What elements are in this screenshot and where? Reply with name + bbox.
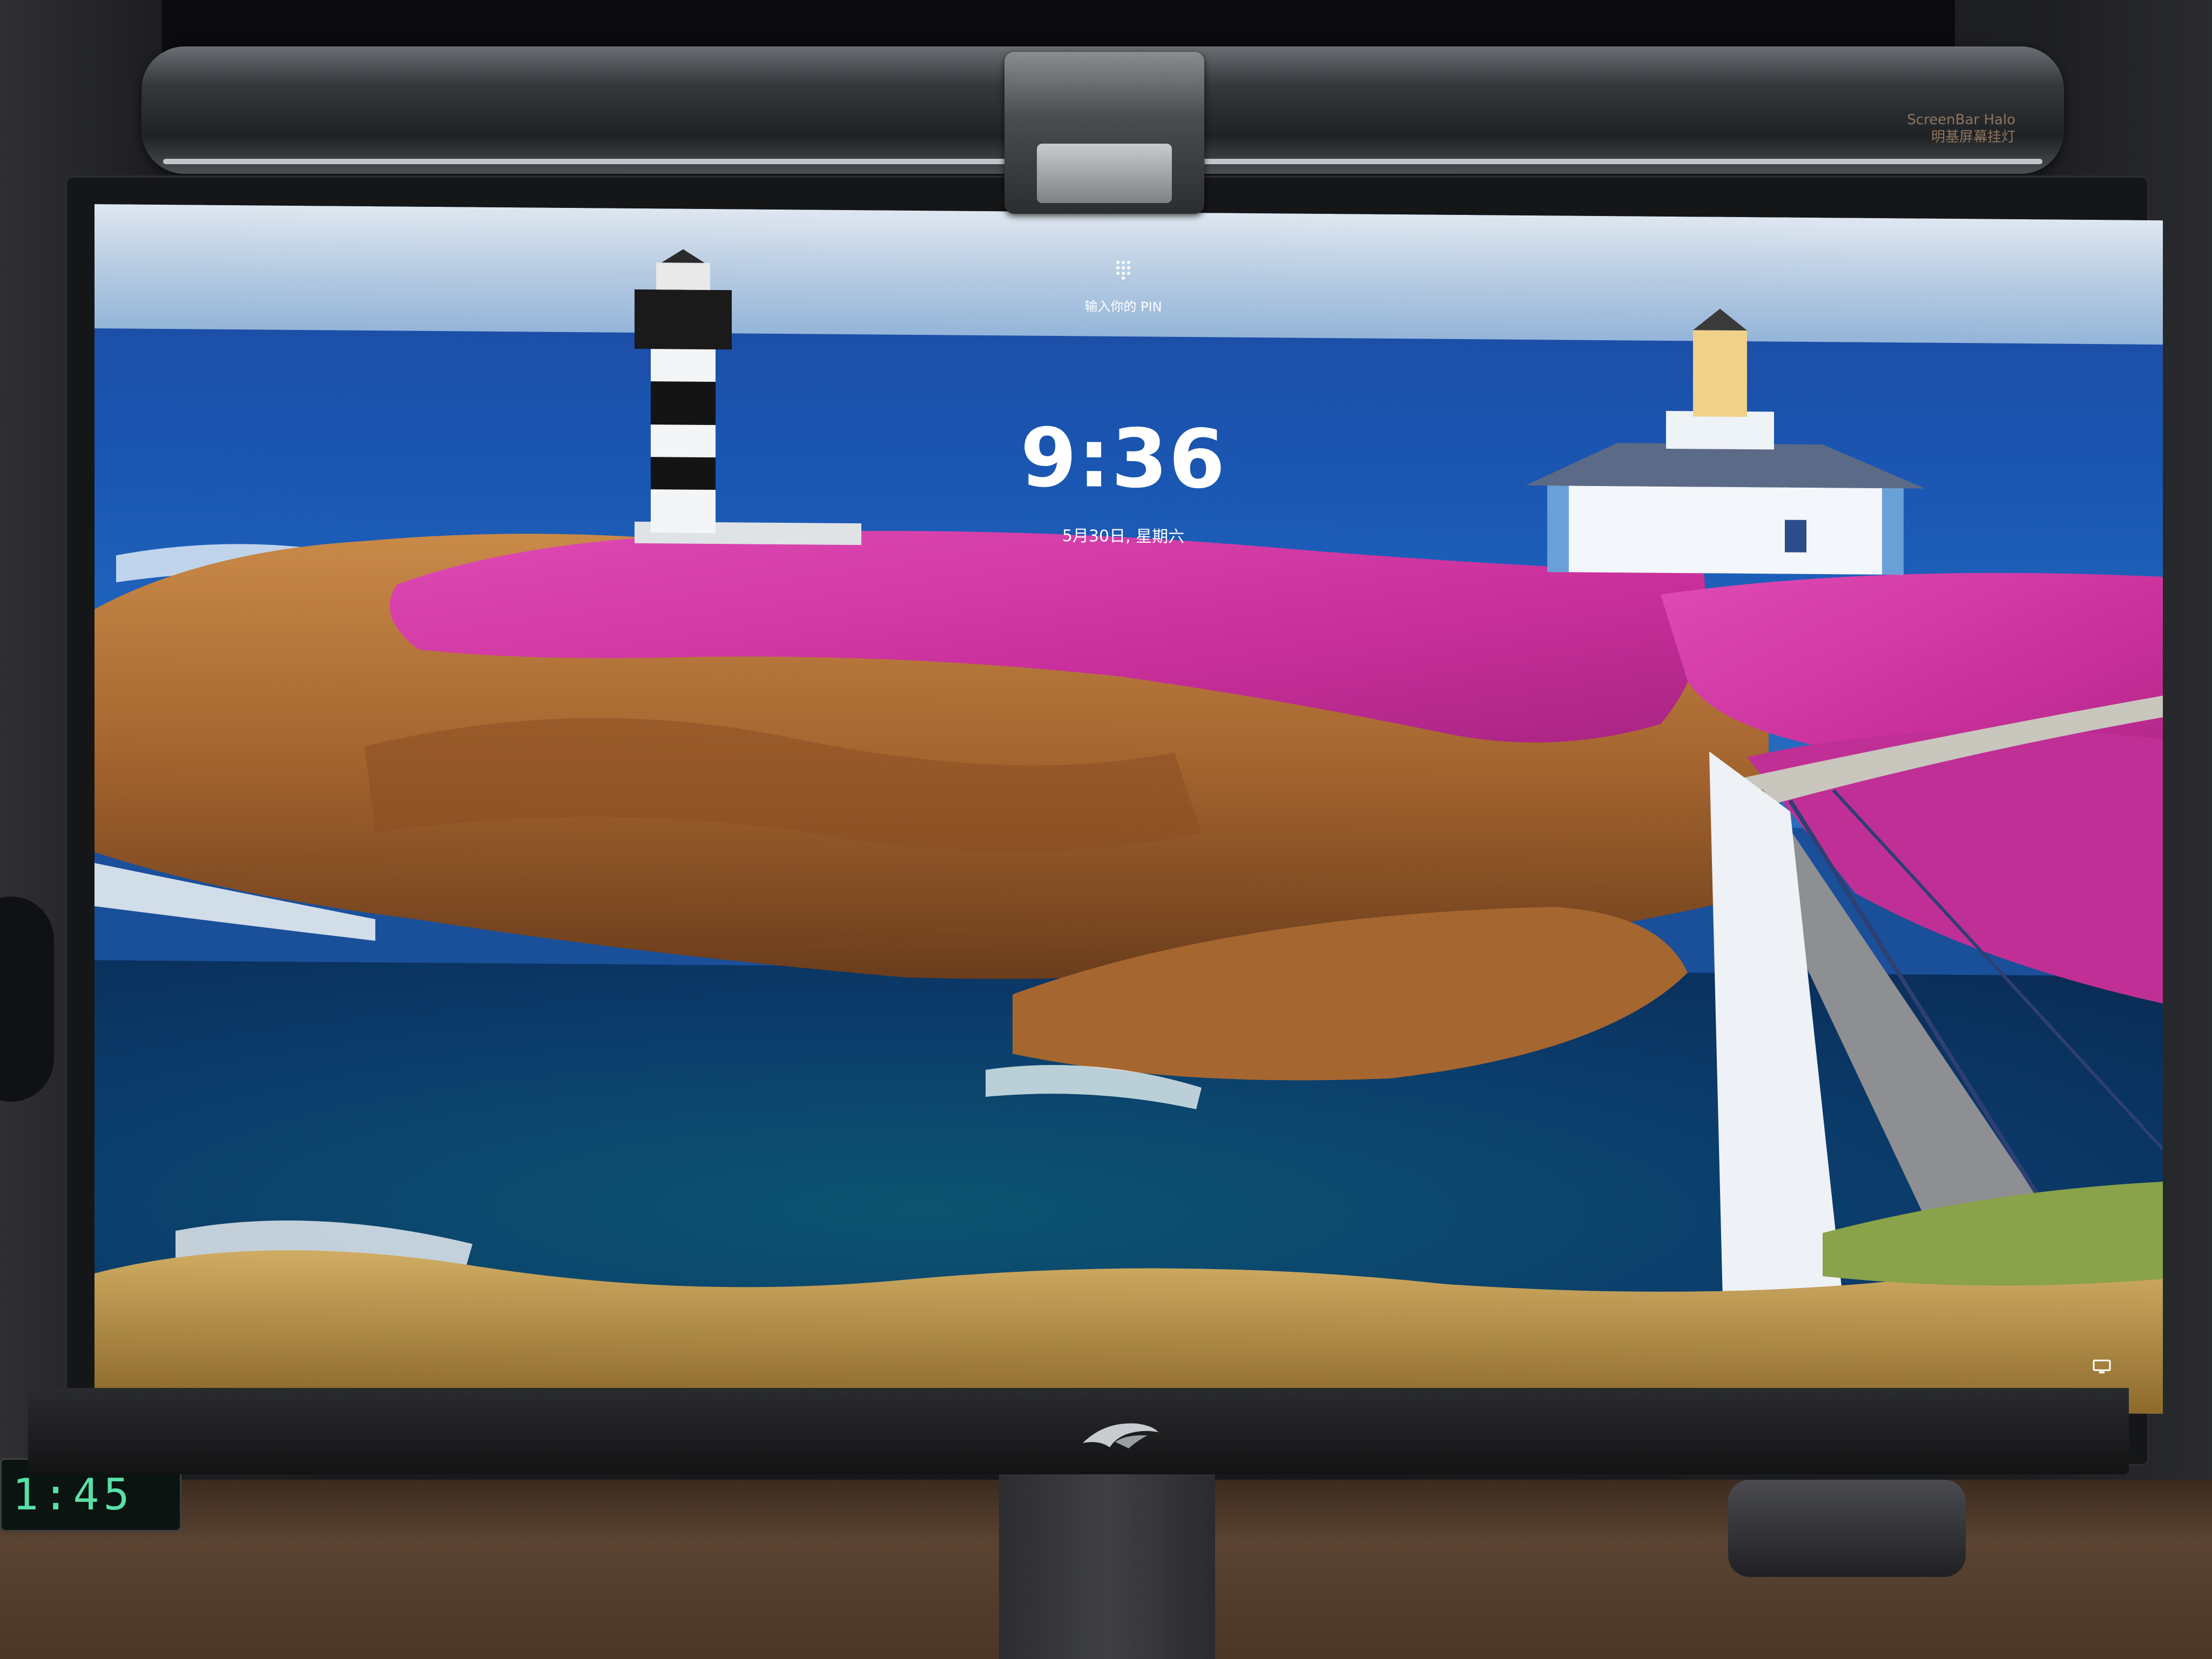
rog-logo-icon <box>1083 1423 1158 1448</box>
keypad-icon[interactable] <box>1112 258 1134 280</box>
speaker <box>0 896 54 1102</box>
monitor-stand <box>999 1474 1215 1659</box>
network-icon[interactable] <box>2093 1359 2111 1374</box>
lock-date: 5月30日, 星期六 <box>1062 527 1185 547</box>
light-bar-clip <box>1004 52 1204 214</box>
desk-clock-digits: 1:45 <box>12 1469 134 1520</box>
phone <box>1728 1480 1966 1577</box>
lock-screen-ui: 输入你的 PIN 9:36 5月30日, 星期六 <box>95 204 2163 1414</box>
light-bar-brand: ScreenBar Halo 明基屏幕挂灯 <box>1907 111 2015 146</box>
light-bar-clip-front <box>1037 144 1172 203</box>
lock-clock: 9:36 <box>1020 411 1226 507</box>
lock-screen[interactable]: 输入你的 PIN 9:36 5月30日, 星期六 <box>95 204 2163 1414</box>
pin-prompt[interactable]: 输入你的 PIN <box>1021 295 1226 315</box>
light-bar-brand-line2: 明基屏幕挂灯 <box>1931 129 2015 145</box>
light-bar-brand-line1: ScreenBar Halo <box>1907 112 2015 128</box>
